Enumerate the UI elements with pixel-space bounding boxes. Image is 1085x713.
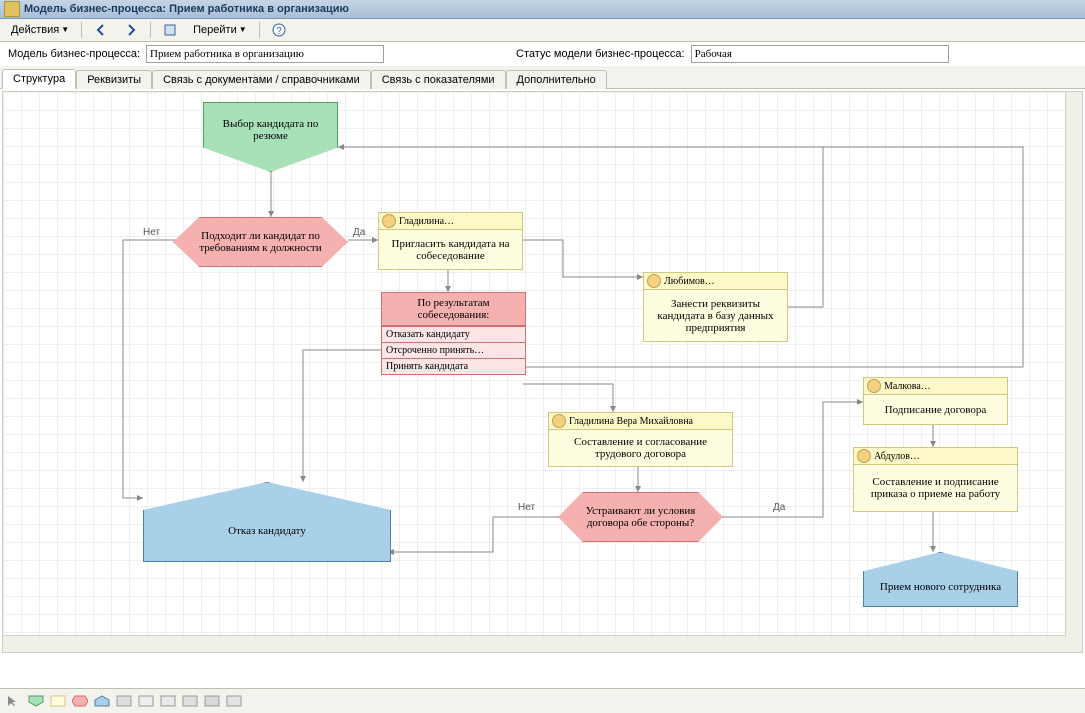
task-sign-text: Подписание договора [885, 404, 987, 416]
switch-opt-accept[interactable]: Принять кандидата [382, 358, 525, 374]
tab-bar: Структура Реквизиты Связь с документами … [0, 66, 1085, 89]
tool-button-1[interactable] [156, 20, 184, 40]
palette-task-icon[interactable] [50, 695, 66, 707]
person-icon [647, 274, 661, 288]
palette-pointer-icon[interactable] [6, 695, 22, 707]
palette-start-icon[interactable] [28, 695, 44, 707]
status-label: Статус модели бизнес-процесса: [516, 48, 685, 60]
window-icon [4, 1, 20, 17]
diagram-canvas[interactable]: Выбор кандидата по резюме Подходит ли ка… [2, 91, 1083, 653]
nav-forward-button[interactable] [117, 20, 145, 40]
palette-box1-icon[interactable] [116, 695, 132, 707]
node-task-order[interactable]: Абдулов… Составление и подписание приказ… [853, 447, 1018, 512]
palette-end-icon[interactable] [94, 695, 110, 707]
switch-opt-defer[interactable]: Отсроченно принять… [382, 342, 525, 358]
toolbar: Действия▼ Перейти▼ ? [0, 19, 1085, 42]
node-task-db[interactable]: Любимов… Занести реквизиты кандидата в б… [643, 272, 788, 342]
tab-indicators[interactable]: Связь с показателями [371, 70, 506, 89]
tab-doc-links[interactable]: Связь с документами / справочниками [152, 70, 371, 89]
task-contract-owner: Гладилина Вера Михайловна [569, 416, 693, 427]
node-decision-requirements[interactable]: Подходит ли кандидат по требованиям к до… [173, 217, 348, 267]
switch-opt-reject[interactable]: Отказать кандидату [382, 326, 525, 342]
dec1-yes-label: Да [353, 227, 365, 238]
end-reject-text: Отказ кандидату [228, 525, 306, 537]
actions-menu[interactable]: Действия▼ [4, 21, 76, 39]
node-decision-requirements-text: Подходит ли кандидат по требованиям к до… [194, 230, 327, 254]
tab-requisites[interactable]: Реквизиты [76, 70, 152, 89]
palette-box3-icon[interactable] [160, 695, 176, 707]
tab-additional[interactable]: Дополнительно [506, 70, 607, 89]
node-decision-contract-ok[interactable]: Устраивают ли условия договора обе сторо… [558, 492, 723, 542]
dec2-no-label: Нет [518, 502, 535, 513]
task-invite-text: Пригласить кандидата на собеседование [383, 238, 518, 262]
end-accept-text: Прием нового сотрудника [880, 581, 1001, 593]
task-contract-text: Составление и согласование трудового дог… [553, 436, 728, 460]
model-name-input[interactable] [146, 45, 384, 63]
person-icon [867, 379, 881, 393]
help-button[interactable]: ? [265, 20, 293, 40]
title-bar: Модель бизнес-процесса: Прием работника … [0, 0, 1085, 19]
person-icon [382, 214, 396, 228]
node-task-contract[interactable]: Гладилина Вера Михайловна Составление и … [548, 412, 733, 467]
node-start-text: Выбор кандидата по резюме [212, 118, 329, 142]
palette-box6-icon[interactable] [226, 695, 242, 707]
node-task-sign[interactable]: Малкова… Подписание договора [863, 377, 1008, 425]
node-start[interactable]: Выбор кандидата по резюме [203, 102, 338, 172]
node-decision-contract-text: Устраивают ли условия договора обе сторо… [577, 505, 704, 529]
dec2-yes-label: Да [773, 502, 785, 513]
window-title: Модель бизнес-процесса: Прием работника … [24, 3, 349, 15]
palette-box4-icon[interactable] [182, 695, 198, 707]
scrollbar-horizontal[interactable] [3, 635, 1066, 652]
person-icon [552, 414, 566, 428]
node-task-invite[interactable]: Гладилина… Пригласить кандидата на собес… [378, 212, 523, 270]
switch-title: По результатам собеседования: [382, 293, 525, 326]
scrollbar-vertical[interactable] [1065, 92, 1082, 652]
task-sign-owner: Малкова… [884, 381, 931, 392]
goto-menu[interactable]: Перейти▼ [186, 21, 254, 39]
form-row: Модель бизнес-процесса: Статус модели би… [0, 42, 1085, 66]
dec1-no-label: Нет [143, 227, 160, 238]
task-db-owner: Любимов… [664, 276, 715, 287]
palette-decision-icon[interactable] [72, 695, 88, 707]
palette-box2-icon[interactable] [138, 695, 154, 707]
person-icon [857, 449, 871, 463]
task-order-owner: Абдулов… [874, 451, 920, 462]
svg-text:?: ? [276, 26, 282, 37]
node-end-reject[interactable]: Отказ кандидату [143, 482, 391, 562]
task-db-text: Занести реквизиты кандидата в базу данны… [648, 298, 783, 334]
app-window: Модель бизнес-процесса: Прием работника … [0, 0, 1085, 713]
node-end-accept[interactable]: Прием нового сотрудника [863, 552, 1018, 607]
nav-back-button[interactable] [87, 20, 115, 40]
task-invite-owner: Гладилина… [399, 216, 454, 227]
model-label: Модель бизнес-процесса: [8, 48, 140, 60]
palette-box5-icon[interactable] [204, 695, 220, 707]
node-switch-interview[interactable]: По результатам собеседования: Отказать к… [381, 292, 526, 375]
shape-palette [0, 688, 1085, 713]
task-order-text: Составление и подписание приказа о прием… [858, 476, 1013, 500]
status-input[interactable] [691, 45, 949, 63]
tab-structure[interactable]: Структура [2, 69, 76, 89]
